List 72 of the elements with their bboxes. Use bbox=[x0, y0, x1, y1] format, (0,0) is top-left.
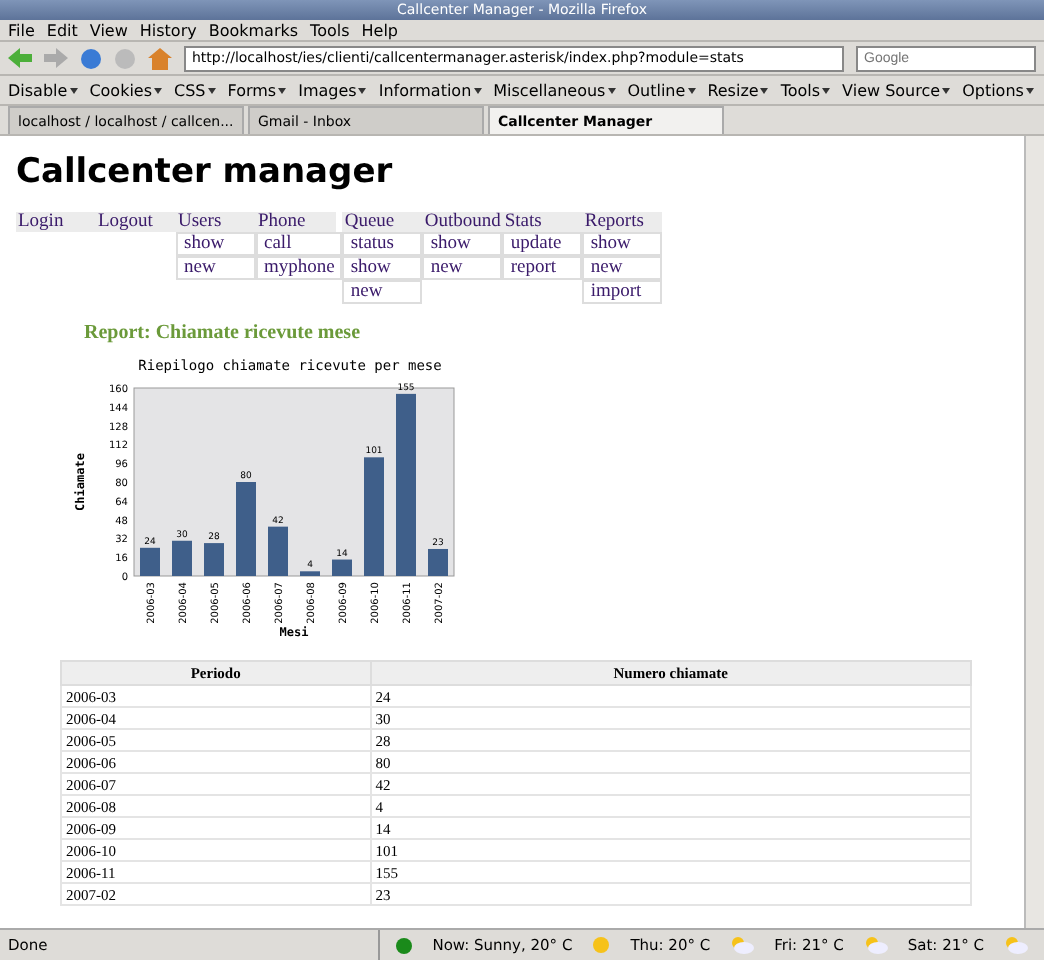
toolbar-menu[interactable]: Information bbox=[378, 81, 482, 99]
submenu-link[interactable]: import bbox=[582, 280, 663, 304]
bar bbox=[140, 547, 160, 576]
nav-link[interactable]: Users bbox=[176, 212, 256, 232]
home-icon[interactable] bbox=[148, 47, 172, 69]
bar bbox=[428, 549, 448, 576]
caret-icon bbox=[942, 87, 951, 93]
nav-link[interactable]: Login bbox=[16, 212, 96, 232]
toolbar-menu[interactable]: CSS bbox=[174, 81, 216, 99]
caret-icon bbox=[278, 87, 287, 93]
menu-item[interactable]: History bbox=[139, 21, 197, 39]
toolbar-menu[interactable]: Cookies bbox=[89, 81, 163, 99]
nav-link[interactable]: Logout bbox=[96, 212, 176, 232]
nav-link[interactable]: Reports bbox=[582, 212, 663, 232]
menu-item[interactable]: Help bbox=[361, 21, 399, 39]
submenu-link[interactable]: new bbox=[582, 256, 663, 280]
submenu-link[interactable]: show bbox=[422, 232, 503, 256]
toolbar-menu[interactable]: Forms bbox=[227, 81, 287, 99]
caret-icon bbox=[358, 87, 367, 93]
submenu-link[interactable]: status bbox=[342, 232, 423, 256]
submenu-link[interactable]: new bbox=[342, 280, 423, 304]
bar bbox=[364, 457, 384, 576]
nav-link[interactable]: Stats bbox=[502, 212, 583, 232]
bar bbox=[204, 543, 224, 576]
submenu-link[interactable]: new bbox=[422, 256, 503, 280]
bar bbox=[300, 571, 320, 576]
submenu-link[interactable]: new bbox=[176, 256, 256, 280]
submenu-link[interactable]: update bbox=[502, 232, 583, 256]
menu-item[interactable]: File bbox=[8, 21, 35, 39]
caret-icon bbox=[154, 87, 163, 93]
toolbar-menu[interactable]: Miscellaneous bbox=[493, 81, 616, 99]
caret-icon bbox=[473, 87, 482, 93]
toolbar-menu[interactable]: Images bbox=[298, 81, 367, 99]
nav-link[interactable]: Phone bbox=[256, 212, 336, 232]
caret-icon bbox=[607, 87, 616, 93]
toolbar-menu[interactable]: Options bbox=[962, 81, 1034, 99]
menu-item[interactable]: View bbox=[89, 21, 128, 39]
bar bbox=[172, 540, 192, 576]
toolbar-menu[interactable]: Disable bbox=[8, 81, 78, 99]
toolbar-menu[interactable]: View Source bbox=[842, 81, 951, 99]
submenu-link[interactable]: call bbox=[256, 232, 343, 256]
menu-item[interactable]: Bookmarks bbox=[208, 21, 299, 39]
sun-icon bbox=[592, 936, 611, 954]
page-title: Callcenter manager bbox=[16, 152, 395, 192]
cloud-sun-icon bbox=[1004, 936, 1028, 954]
caret-icon bbox=[687, 87, 696, 93]
toolbar-menu[interactable]: Tools bbox=[780, 81, 831, 99]
nav-link[interactable]: Outbound bbox=[422, 212, 503, 232]
cloud-sun-icon bbox=[730, 936, 755, 954]
back-arrow-icon[interactable] bbox=[8, 48, 32, 68]
cloud-sun-icon bbox=[863, 936, 888, 954]
caret-icon bbox=[822, 87, 831, 93]
submenu-link[interactable]: show bbox=[342, 256, 423, 280]
toolbar-menu[interactable]: Resize bbox=[707, 81, 769, 99]
caret-icon bbox=[69, 87, 78, 93]
submenu-link[interactable]: report bbox=[502, 256, 583, 280]
menu-item[interactable]: Tools bbox=[310, 21, 350, 39]
caret-icon bbox=[760, 87, 769, 93]
caret-icon bbox=[207, 87, 216, 93]
menu-item[interactable]: Edit bbox=[46, 21, 78, 39]
toolbar-menu[interactable]: Outline bbox=[627, 81, 696, 99]
report-title: Report: Chiamate ricevute mese bbox=[84, 322, 363, 344]
bar bbox=[236, 482, 256, 576]
caret-icon bbox=[1025, 87, 1034, 93]
scrollbar[interactable] bbox=[1024, 136, 1044, 928]
bar bbox=[268, 526, 288, 576]
status-dot-icon bbox=[396, 937, 413, 953]
submenu-link[interactable]: show bbox=[176, 232, 256, 256]
forward-arrow-icon[interactable] bbox=[44, 48, 68, 68]
submenu-link[interactable]: myphone bbox=[256, 256, 343, 280]
nav-link[interactable]: Queue bbox=[342, 212, 423, 232]
submenu-link[interactable]: show bbox=[582, 232, 663, 256]
